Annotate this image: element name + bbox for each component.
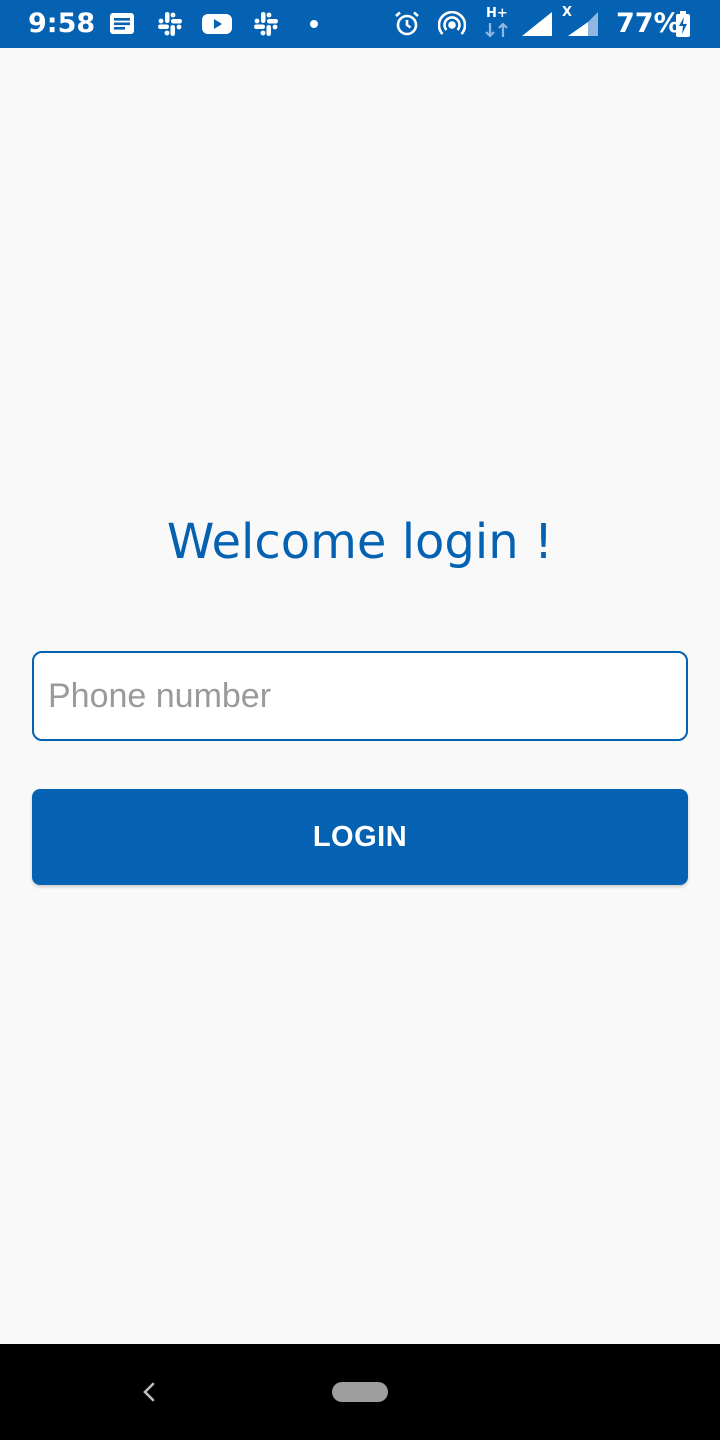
phone-number-input[interactable] [32, 651, 688, 741]
battery-percentage: 77% [616, 8, 681, 39]
signal-icon [566, 10, 600, 38]
slack-icon [252, 10, 280, 38]
back-icon[interactable] [134, 1376, 162, 1408]
page-title: Welcome login ! [166, 514, 554, 570]
hotspot-icon [438, 10, 466, 38]
signal-icon [520, 10, 554, 38]
message-icon [108, 10, 136, 38]
slack-icon [156, 10, 184, 38]
data-arrows-icon [484, 22, 510, 38]
network-type-label: H+ [486, 6, 508, 21]
youtube-icon [201, 10, 233, 38]
home-pill-icon[interactable] [332, 1382, 388, 1402]
navigation-bar [0, 1344, 720, 1440]
alarm-icon [393, 10, 421, 38]
battery-charging-icon [674, 10, 692, 38]
status-time: 9:58 [28, 8, 96, 39]
dot-icon [300, 10, 328, 38]
login-button[interactable]: LOGIN [32, 789, 688, 885]
status-bar: 9:58 H+ X 77% [0, 0, 720, 48]
